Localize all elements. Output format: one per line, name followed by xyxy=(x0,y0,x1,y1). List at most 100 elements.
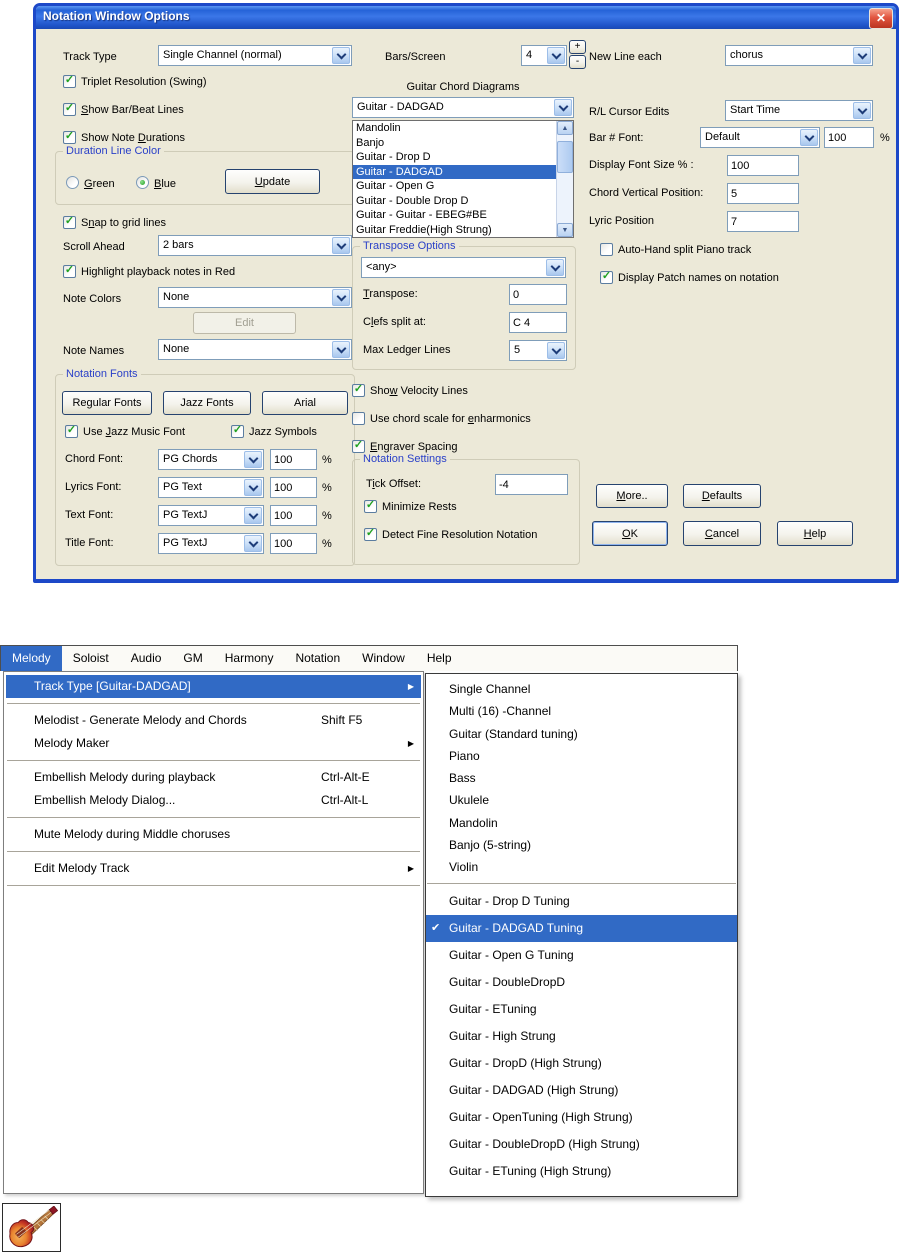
lyric-position-input[interactable] xyxy=(727,211,799,232)
transpose-input[interactable] xyxy=(509,284,567,305)
ok-button[interactable]: OK xyxy=(592,521,668,546)
list-item[interactable]: Guitar - Double Drop D xyxy=(353,194,557,209)
menubar-item-melody[interactable]: Melody xyxy=(1,646,62,671)
bar-number-font-select[interactable]: Default xyxy=(700,127,820,148)
menubar-item-window[interactable]: Window xyxy=(351,646,416,671)
submenu-item[interactable]: Guitar - DoubleDropD xyxy=(426,969,737,996)
menu-item-embellish-playback[interactable]: Embellish Melody during playback Ctrl-Al… xyxy=(6,766,421,789)
menubar-item-help[interactable]: Help xyxy=(416,646,463,671)
menubar-item-gm[interactable]: GM xyxy=(172,646,213,671)
submenu-item[interactable]: Guitar - ETuning xyxy=(426,996,737,1023)
cancel-button[interactable]: Cancel xyxy=(683,521,761,546)
checkbox[interactable] xyxy=(352,412,365,425)
rl-cursor-edits-select[interactable]: Start Time xyxy=(725,100,873,121)
title-font-select[interactable]: PG TextJ xyxy=(158,533,264,554)
lyrics-font-size-input[interactable] xyxy=(270,477,317,498)
lyrics-font-select[interactable]: PG Text xyxy=(158,477,264,498)
scroll-down-icon[interactable]: ▼ xyxy=(557,223,573,237)
help-button[interactable]: Help xyxy=(777,521,853,546)
menubar-item-soloist[interactable]: Soloist xyxy=(62,646,120,671)
menu-item-melody-maker[interactable]: Melody Maker ▶ xyxy=(6,732,421,755)
menu-item-track-type[interactable]: Track Type [Guitar-DADGAD] ▶ xyxy=(6,675,421,698)
list-item[interactable]: Guitar - Guitar - EBEG#BE xyxy=(353,208,557,223)
submenu-item[interactable]: Multi (16) -Channel xyxy=(426,700,737,722)
list-item-selected[interactable]: Guitar - DADGAD xyxy=(353,164,557,179)
new-line-each-select[interactable]: chorus xyxy=(725,45,873,66)
defaults-button[interactable]: Defaults xyxy=(683,484,761,508)
jazz-fonts-button[interactable]: Jazz Fonts xyxy=(163,391,251,415)
chevron-down-icon[interactable] xyxy=(853,47,871,64)
bars-decrement-button[interactable]: - xyxy=(569,55,586,69)
checkbox[interactable]: ✓ xyxy=(63,131,76,144)
submenu-item[interactable]: Guitar - Open G Tuning xyxy=(426,942,737,969)
chevron-down-icon[interactable] xyxy=(554,99,572,116)
chord-vertical-position-input[interactable] xyxy=(727,183,799,204)
clefs-split-input[interactable] xyxy=(509,312,567,333)
chevron-down-icon[interactable] xyxy=(853,102,871,119)
submenu-item[interactable]: Piano xyxy=(426,745,737,767)
submenu-item[interactable]: Guitar - Drop D Tuning xyxy=(426,888,737,915)
list-item[interactable]: Banjo xyxy=(353,136,557,151)
chevron-down-icon[interactable] xyxy=(332,341,350,358)
submenu-item[interactable]: Guitar (Standard tuning) xyxy=(426,723,737,745)
chevron-down-icon[interactable] xyxy=(546,259,564,276)
guitar-icon-button[interactable] xyxy=(2,1203,61,1252)
text-font-select[interactable]: PG TextJ xyxy=(158,505,264,526)
submenu-item[interactable]: Guitar - ETuning (High Strung) xyxy=(426,1158,737,1185)
menubar-item-audio[interactable]: Audio xyxy=(120,646,173,671)
checkbox[interactable]: ✓ xyxy=(364,528,377,541)
menubar-item-harmony[interactable]: Harmony xyxy=(214,646,285,671)
chevron-down-icon[interactable] xyxy=(244,479,262,496)
display-font-size-input[interactable] xyxy=(727,155,799,176)
scrollbar-thumb[interactable] xyxy=(557,141,573,173)
chevron-down-icon[interactable] xyxy=(800,129,818,146)
chevron-down-icon[interactable] xyxy=(332,47,350,64)
transpose-any-select[interactable]: <any> xyxy=(361,257,566,278)
menubar-item-notation[interactable]: Notation xyxy=(284,646,351,671)
title-font-size-input[interactable] xyxy=(270,533,317,554)
chevron-down-icon[interactable] xyxy=(244,535,262,552)
chevron-down-icon[interactable] xyxy=(547,342,565,359)
list-item[interactable]: Guitar - Drop D xyxy=(353,150,557,165)
submenu-item[interactable]: Single Channel xyxy=(426,678,737,700)
checkbox[interactable]: ✓ xyxy=(63,216,76,229)
checkbox[interactable]: ✓ xyxy=(352,440,365,453)
more-button[interactable]: More.. xyxy=(596,484,668,508)
guitar-chord-diagrams-select[interactable]: Guitar - DADGAD xyxy=(352,97,574,118)
submenu-item[interactable]: Violin xyxy=(426,856,737,878)
bars-screen-select[interactable]: 4 xyxy=(521,45,567,66)
bar-number-font-size-input[interactable] xyxy=(824,127,874,148)
track-type-select[interactable]: Single Channel (normal) xyxy=(158,45,352,66)
scroll-up-icon[interactable]: ▲ xyxy=(557,121,573,135)
note-colors-select[interactable]: None xyxy=(158,287,352,308)
checkbox[interactable]: ✓ xyxy=(65,425,78,438)
scrollbar-track[interactable] xyxy=(557,135,573,223)
chord-font-select[interactable]: PG Chords xyxy=(158,449,264,470)
submenu-item[interactable]: Guitar - OpenTuning (High Strung) xyxy=(426,1104,737,1131)
tick-offset-input[interactable] xyxy=(495,474,568,495)
note-names-select[interactable]: None xyxy=(158,339,352,360)
submenu-item[interactable]: Guitar - DADGAD (High Strung) xyxy=(426,1077,737,1104)
menu-item-edit-melody-track[interactable]: Edit Melody Track ▶ xyxy=(6,857,421,880)
checkbox[interactable]: ✓ xyxy=(63,265,76,278)
close-button[interactable]: ✕ xyxy=(869,8,893,29)
scrollbar[interactable]: ▲ ▼ xyxy=(556,121,573,237)
chevron-down-icon[interactable] xyxy=(332,237,350,254)
submenu-item[interactable]: Guitar - DropD (High Strung) xyxy=(426,1050,737,1077)
submenu-item[interactable]: Guitar - DoubleDropD (High Strung) xyxy=(426,1131,737,1158)
checkbox[interactable]: ✓ xyxy=(352,384,365,397)
arial-button[interactable]: Arial xyxy=(262,391,348,415)
menu-item-embellish-dialog[interactable]: Embellish Melody Dialog... Ctrl-Alt-L xyxy=(6,789,421,812)
max-ledger-select[interactable]: 5 xyxy=(509,340,567,361)
list-item[interactable]: Guitar - Open G xyxy=(353,179,557,194)
scroll-ahead-select[interactable]: 2 bars xyxy=(158,235,352,256)
chevron-down-icon[interactable] xyxy=(547,47,565,64)
submenu-item[interactable]: Ukulele xyxy=(426,789,737,811)
dialog-titlebar[interactable]: Notation Window Options ✕ xyxy=(36,6,896,29)
checkbox[interactable]: ✓ xyxy=(231,425,244,438)
submenu-item[interactable]: Banjo (5-string) xyxy=(426,834,737,856)
bars-increment-button[interactable]: + xyxy=(569,40,586,54)
checkbox[interactable]: ✓ xyxy=(63,103,76,116)
checkbox[interactable]: ✓ xyxy=(63,75,76,88)
chevron-down-icon[interactable] xyxy=(332,289,350,306)
